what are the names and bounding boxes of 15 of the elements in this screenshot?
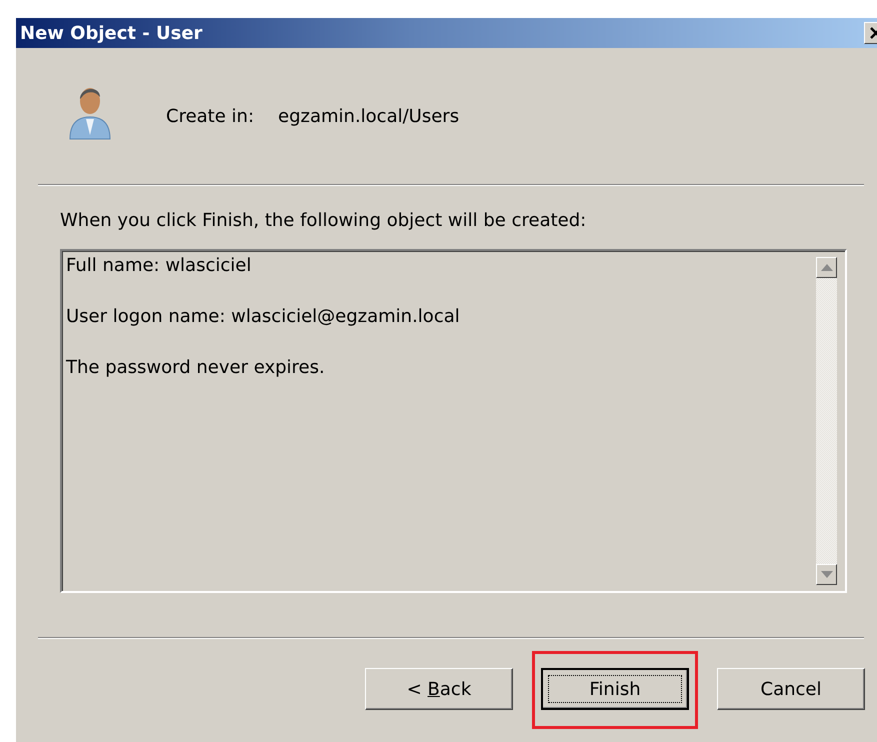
scrollbar[interactable]	[816, 257, 837, 585]
summary-line: User logon name: wlasciciel@egzamin.local	[66, 306, 461, 327]
window-title: New Object - User	[20, 22, 202, 44]
summary-intro: When you click Finish, the following object will be created:	[60, 210, 588, 231]
dialog-button[interactable]: < Back	[365, 668, 513, 710]
down-arrow-icon	[820, 571, 832, 578]
scroll-down-button[interactable]	[816, 564, 837, 585]
scroll-up-button[interactable]	[816, 257, 837, 278]
dialog-button[interactable]: Cancel	[717, 668, 865, 710]
summary-line: Full name: wlasciciel	[66, 255, 252, 276]
up-arrow-icon	[820, 264, 832, 271]
summary-line: The password never expires.	[66, 357, 326, 378]
dialog-button[interactable]: Finish	[541, 668, 689, 710]
container-path: egzamin.local/Users	[278, 106, 460, 126]
create-in-label: Create in:	[166, 106, 254, 126]
